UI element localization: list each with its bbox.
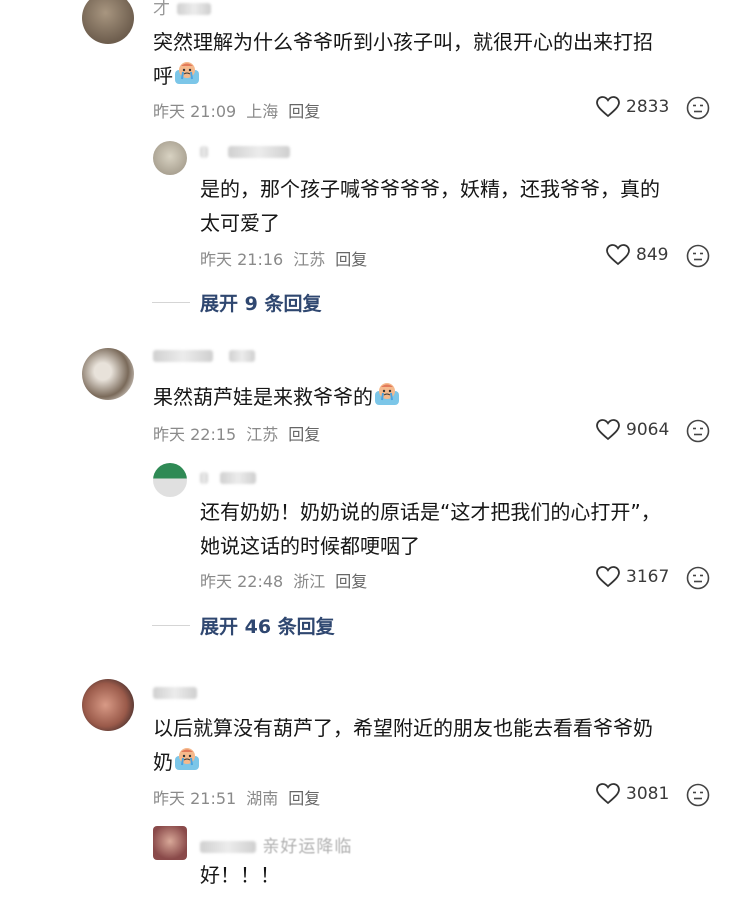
comment-line: 呼 <box>153 64 173 88</box>
comment-line: 果然葫芦娃是来救爷爷的 <box>153 385 373 409</box>
reply-button[interactable]: 回复 <box>288 102 320 121</box>
like-count: 849 <box>636 245 669 265</box>
comment-text: 突然理解为什么爷爷听到小孩子叫，就很开心的出来打招 呼 <box>153 25 713 96</box>
reply-button[interactable]: 回复 <box>335 250 367 269</box>
heart-icon <box>596 566 620 588</box>
comment-line: 好！！！ <box>200 863 280 887</box>
reply-avatar[interactable] <box>153 141 187 175</box>
blurred-name <box>200 146 208 158</box>
timestamp: 昨天 21:09 <box>153 102 237 121</box>
expand-label: 展开 9 条回复 <box>200 293 322 315</box>
like-button[interactable]: 9064 <box>596 419 669 441</box>
neutral-face-icon <box>686 566 710 590</box>
crying-emoji-icon <box>373 381 401 417</box>
heart-icon <box>596 419 620 441</box>
heart-icon <box>606 244 630 266</box>
blurred-name <box>177 3 212 15</box>
comment-line: 是的，那个孩子喊爷爷爷爷，妖精，还我爷爷，真的 <box>200 177 660 201</box>
dislike-button[interactable] <box>686 244 710 272</box>
username[interactable] <box>153 346 256 366</box>
crying-emoji-icon <box>173 60 201 96</box>
expand-replies-button[interactable]: 展开 9 条回复 <box>152 289 321 316</box>
comment-line: 突然理解为什么爷爷听到小孩子叫，就很开心的出来打招 <box>153 30 653 54</box>
neutral-face-icon <box>686 244 710 268</box>
blurred-name <box>228 146 291 158</box>
comment-text: 以后就算没有葫芦了，希望附近的朋友也能去看看爷爷奶 奶 <box>153 711 713 782</box>
expand-replies-button[interactable]: 展开 46 条回复 <box>152 612 335 639</box>
reply-meta: 昨天 22:48 浙江 回复 <box>200 568 377 592</box>
expand-label: 展开 46 条回复 <box>200 616 335 638</box>
comment-text: 果然葫芦娃是来救爷爷的 <box>153 380 713 417</box>
reply-username[interactable] <box>200 468 257 488</box>
timestamp: 昨天 22:15 <box>153 425 237 444</box>
comment-meta: 昨天 21:09 上海 回复 <box>153 98 330 122</box>
like-button[interactable]: 3167 <box>596 566 669 588</box>
like-button[interactable]: 849 <box>606 244 668 266</box>
divider <box>152 302 190 303</box>
avatar[interactable] <box>82 348 134 400</box>
avatar[interactable] <box>82 0 134 44</box>
comment-line: 还有奶奶！奶奶说的原话是“这才把我们的心打开”， <box>200 500 661 524</box>
comment-line: 以后就算没有葫芦了，希望附近的朋友也能去看看爷爷奶 <box>153 716 653 740</box>
divider <box>152 625 190 626</box>
location: 湖南 <box>246 789 279 808</box>
comment-line: 太可爱了 <box>200 211 280 235</box>
neutral-face-icon <box>686 419 710 443</box>
comment-meta: 昨天 21:51 湖南 回复 <box>153 785 330 809</box>
location: 上海 <box>246 102 279 121</box>
crying-emoji-icon <box>173 746 201 782</box>
blurred-name <box>229 350 256 362</box>
reply-text: 还有奶奶！奶奶说的原话是“这才把我们的心打开”， 她说这话的时候都哽咽了 <box>200 495 715 563</box>
blurred-name <box>220 472 257 484</box>
comment-line: 奶 <box>153 750 173 774</box>
location: 浙江 <box>293 572 326 591</box>
blurred-name <box>153 687 197 699</box>
like-count: 3167 <box>626 567 670 587</box>
like-button[interactable]: 2833 <box>596 96 669 118</box>
reply-username[interactable]: 亲好运降临 <box>200 832 352 857</box>
neutral-face-icon <box>686 96 710 120</box>
location: 江苏 <box>293 250 326 269</box>
timestamp: 昨天 22:48 <box>200 572 284 591</box>
dislike-button[interactable] <box>686 566 710 594</box>
reply-button[interactable]: 回复 <box>288 425 320 444</box>
reply-username[interactable] <box>200 142 291 162</box>
username-text: 才 <box>153 0 171 19</box>
reply-avatar[interactable] <box>153 826 187 860</box>
username-text: 亲好运降临 <box>262 837 353 857</box>
like-count: 2833 <box>626 97 670 117</box>
reply-text: 是的，那个孩子喊爷爷爷爷，妖精，还我爷爷，真的 太可爱了 <box>200 172 710 240</box>
username[interactable]: 才 <box>153 0 212 19</box>
like-button[interactable]: 3081 <box>596 783 669 805</box>
reply-button[interactable]: 回复 <box>335 572 367 591</box>
reply-button[interactable]: 回复 <box>288 789 320 808</box>
avatar[interactable] <box>82 679 134 731</box>
dislike-button[interactable] <box>686 96 710 124</box>
reply-avatar[interactable] <box>153 463 187 497</box>
like-count: 3081 <box>626 784 670 804</box>
dislike-button[interactable] <box>686 419 710 447</box>
reply-meta: 昨天 21:16 江苏 回复 <box>200 246 377 270</box>
blurred-name <box>200 472 208 484</box>
neutral-face-icon <box>686 783 710 807</box>
comment-line: 她说这话的时候都哽咽了 <box>200 534 420 558</box>
blurred-name <box>200 841 256 853</box>
like-count: 9064 <box>626 420 670 440</box>
location: 江苏 <box>246 425 279 444</box>
heart-icon <box>596 96 620 118</box>
comment-meta: 昨天 22:15 江苏 回复 <box>153 421 330 445</box>
blurred-name <box>153 350 213 362</box>
username[interactable] <box>153 683 197 703</box>
dislike-button[interactable] <box>686 783 710 811</box>
heart-icon <box>596 783 620 805</box>
reply-text: 好！！！ <box>200 858 710 892</box>
timestamp: 昨天 21:51 <box>153 789 237 808</box>
timestamp: 昨天 21:16 <box>200 250 284 269</box>
